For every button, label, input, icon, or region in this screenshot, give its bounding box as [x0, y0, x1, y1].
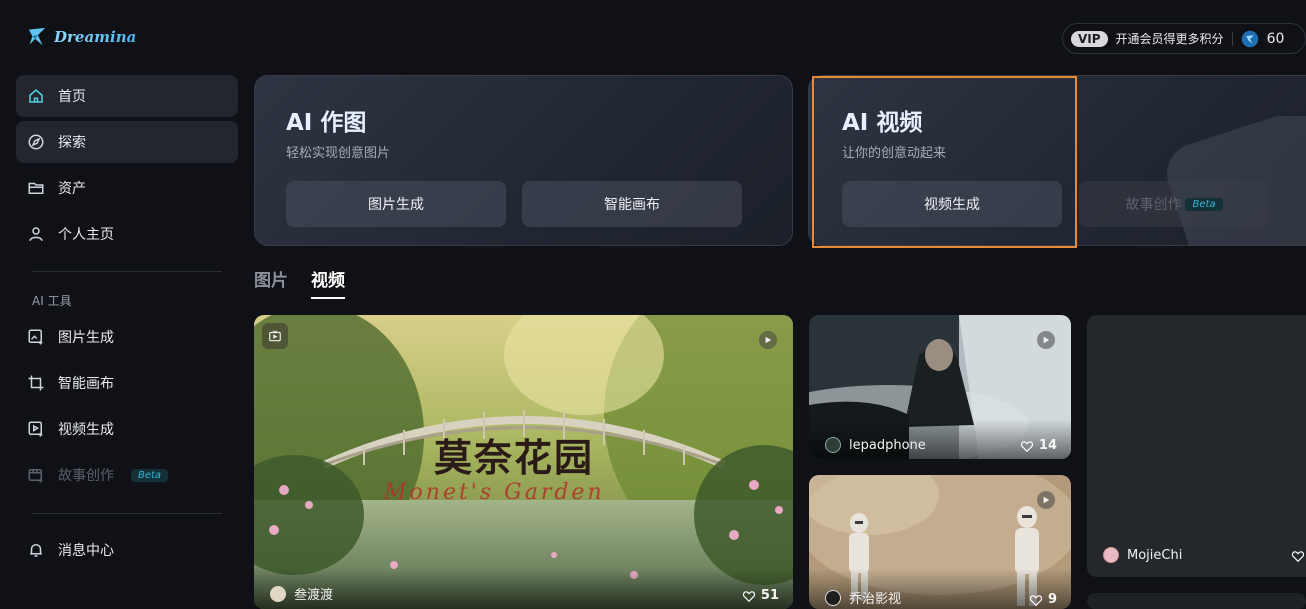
vip-badge: VIP	[1071, 30, 1108, 47]
like-button[interactable]: 51	[742, 588, 779, 603]
content-tabs: 图片 视频	[254, 266, 345, 299]
author-name: 乔治影视	[849, 592, 902, 607]
sidebar-item-label: 资产	[58, 181, 86, 197]
gallery-tile[interactable]: MojieChi	[1087, 315, 1306, 577]
user-icon	[27, 225, 45, 243]
sidebar-item-smart-canvas[interactable]: 智能画布	[16, 362, 238, 404]
tab-images[interactable]: 图片	[254, 266, 288, 299]
ai-image-card: AI 作图 轻松实现创意图片 图片生成 智能画布	[254, 75, 793, 246]
story-icon	[27, 466, 45, 484]
author-name: 叁渡渡	[294, 588, 334, 603]
tile-author[interactable]: 乔治影视	[825, 588, 901, 607]
image-generate-icon	[27, 328, 45, 346]
gallery-tile[interactable]: 莫奈花园 Monet's Garden 叁渡渡 51	[254, 315, 793, 609]
credits-icon	[1241, 30, 1258, 47]
author-name: MojieChi	[1127, 547, 1183, 563]
avatar	[825, 437, 841, 453]
like-count: 14	[1038, 438, 1057, 453]
sidebar-item-video-generate[interactable]: 视频生成	[16, 408, 238, 450]
sidebar-item-label: 智能画布	[58, 376, 114, 392]
bell-icon	[27, 541, 45, 559]
sidebar-item-story[interactable]: 故事创作 Beta	[16, 454, 238, 496]
heart-icon	[1020, 440, 1033, 452]
sidebar-item-label: 个人主页	[58, 227, 114, 243]
credits-count: 60	[1266, 30, 1285, 47]
heart-icon	[742, 590, 755, 602]
compass-icon	[27, 133, 45, 151]
story-create-button[interactable]: 故事创作 Beta	[1079, 181, 1269, 227]
beta-badge: Beta	[1185, 197, 1223, 211]
sidebar: Dreamina 首页 探索 资产 个人主页 AI 工具 图片生成 智能画布 视…	[0, 0, 254, 609]
vip-upgrade-bar[interactable]: VIP 开通会员得更多积分 60	[1062, 23, 1306, 54]
gallery-tile[interactable]: 乔治影视 9	[809, 475, 1071, 609]
tab-videos[interactable]: 视频	[311, 266, 345, 299]
avatar	[825, 589, 841, 606]
sidebar-divider	[32, 271, 222, 272]
play-icon[interactable]	[1037, 491, 1055, 509]
like-button[interactable]: 14	[1020, 438, 1057, 453]
beta-badge: Beta	[131, 468, 169, 482]
play-icon[interactable]	[1037, 331, 1055, 349]
dreamina-logo-icon	[28, 27, 46, 46]
heart-icon	[1029, 594, 1043, 606]
ai-tools-section-label: AI 工具	[32, 294, 72, 308]
gallery-tile[interactable]: lepadphone 14	[809, 315, 1071, 459]
card-subtitle: 轻松实现创意图片	[286, 146, 391, 161]
sidebar-item-image-generate[interactable]: 图片生成	[16, 316, 238, 358]
canvas-crop-icon	[27, 374, 45, 392]
tile-author[interactable]: lepadphone	[825, 437, 926, 453]
tile-author[interactable]: 叁渡渡	[270, 584, 333, 603]
card-title: AI 作图	[286, 110, 367, 136]
like-button[interactable]	[1291, 549, 1306, 563]
sidebar-item-label: 探索	[58, 135, 86, 151]
vip-separator	[1231, 31, 1233, 46]
author-name: lepadphone	[849, 437, 926, 453]
vip-promo-text: 开通会员得更多积分	[1115, 32, 1224, 46]
sidebar-item-notifications[interactable]: 消息中心	[16, 529, 238, 571]
sidebar-item-label: 图片生成	[58, 330, 114, 346]
folder-icon	[27, 179, 45, 197]
video-badge-icon	[262, 323, 288, 349]
like-count: 9	[1047, 592, 1057, 607]
highlight-annotation	[812, 76, 1077, 248]
sidebar-item-label: 首页	[58, 89, 86, 105]
image-generate-button[interactable]: 图片生成	[286, 181, 506, 227]
home-icon	[27, 87, 45, 105]
like-count: 51	[760, 588, 779, 603]
sidebar-item-label: 消息中心	[58, 543, 114, 559]
sidebar-item-assets[interactable]: 资产	[16, 167, 238, 209]
like-button[interactable]: 9	[1029, 592, 1057, 607]
sidebar-item-profile[interactable]: 个人主页	[16, 213, 238, 255]
brand-name: Dreamina	[54, 28, 137, 46]
artwork-title-overlay: 莫奈花园	[434, 435, 595, 480]
play-icon[interactable]	[759, 331, 777, 349]
sidebar-divider	[32, 513, 222, 514]
artwork-script-overlay: Monet's Garden	[384, 480, 605, 505]
sidebar-item-home[interactable]: 首页	[16, 75, 238, 117]
brand-logo[interactable]: Dreamina	[26, 26, 136, 48]
avatar	[270, 585, 286, 602]
avatar	[1103, 547, 1119, 563]
sidebar-item-label: 故事创作	[58, 468, 114, 484]
heart-icon	[1291, 551, 1305, 563]
sidebar-item-explore[interactable]: 探索	[16, 121, 238, 163]
tile-author[interactable]: MojieChi	[1103, 547, 1182, 563]
video-generate-icon	[27, 420, 45, 438]
tile-footer-gradient	[254, 569, 793, 609]
smart-canvas-button[interactable]: 智能画布	[522, 181, 742, 227]
sidebar-item-label: 视频生成	[58, 422, 114, 438]
story-create-label: 故事创作	[1125, 197, 1182, 213]
gallery-tile[interactable]	[1087, 593, 1306, 609]
